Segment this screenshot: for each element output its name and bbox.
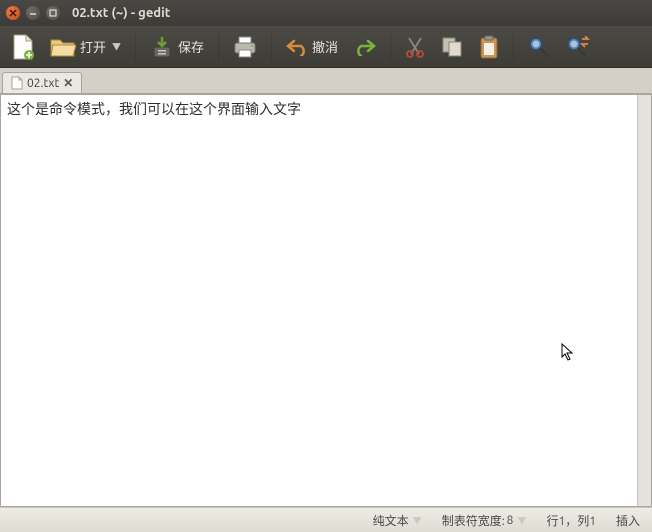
- toolbar-separator: [390, 33, 391, 61]
- insert-mode: 插入: [616, 512, 640, 529]
- toolbar: 打开 ▼ 保存 撤消: [0, 26, 652, 68]
- new-file-button[interactable]: [6, 30, 40, 64]
- find-button[interactable]: [522, 32, 556, 62]
- editor-content[interactable]: 这个是命令模式，我们可以在这个界面输入文字: [1, 95, 651, 124]
- tab-close-icon[interactable]: ✕: [63, 76, 73, 90]
- toolbar-separator: [513, 33, 514, 61]
- cut-icon: [405, 36, 425, 58]
- toolbar-separator: [135, 33, 136, 61]
- tab-filename: 02.txt: [27, 77, 59, 90]
- filetype-label: 纯文本: [373, 512, 409, 529]
- new-file-icon: [12, 34, 34, 60]
- find-replace-icon: [566, 36, 590, 58]
- filetype-selector[interactable]: 纯文本 ▼: [373, 512, 422, 529]
- print-button[interactable]: [227, 32, 263, 62]
- tabwidth-value: 8: [507, 514, 514, 527]
- open-button[interactable]: 打开 ▼: [44, 32, 127, 62]
- toolbar-separator: [271, 33, 272, 61]
- window-close-button[interactable]: [6, 6, 20, 20]
- redo-button[interactable]: [348, 34, 382, 60]
- document-icon: [11, 76, 23, 90]
- open-label: 打开: [80, 37, 106, 56]
- open-folder-icon: [50, 36, 76, 58]
- cursor-position: 行1，列1: [546, 512, 596, 529]
- status-bar: 纯文本 ▼ 制表符宽度: 8 ▼ 行1，列1 插入: [0, 507, 652, 532]
- cut-button[interactable]: [399, 32, 431, 62]
- toolbar-separator: [218, 33, 219, 61]
- save-icon: [150, 35, 174, 59]
- redo-icon: [354, 38, 376, 56]
- window-title: 02.txt (~) - gedit: [72, 6, 170, 20]
- dropdown-icon: ▼: [517, 514, 526, 527]
- open-dropdown-icon: ▼: [112, 40, 121, 53]
- window-maximize-button[interactable]: [46, 6, 60, 20]
- paste-button[interactable]: [473, 31, 505, 63]
- print-icon: [233, 36, 257, 58]
- document-tab[interactable]: 02.txt ✕: [2, 72, 82, 93]
- editor-area[interactable]: 这个是命令模式，我们可以在这个界面输入文字: [0, 94, 652, 507]
- undo-label: 撤消: [312, 37, 338, 56]
- tabwidth-selector[interactable]: 制表符宽度: 8 ▼: [442, 512, 527, 529]
- save-label: 保存: [178, 37, 204, 56]
- vertical-scrollbar[interactable]: [637, 95, 651, 506]
- save-button[interactable]: 保存: [144, 31, 210, 63]
- find-icon: [528, 36, 550, 58]
- dropdown-icon: ▼: [413, 514, 422, 527]
- undo-icon: [286, 38, 308, 56]
- undo-button[interactable]: 撤消: [280, 33, 344, 60]
- copy-icon: [441, 36, 463, 58]
- window-minimize-button[interactable]: [26, 6, 40, 20]
- find-replace-button[interactable]: [560, 32, 596, 62]
- paste-icon: [479, 35, 499, 59]
- copy-button[interactable]: [435, 32, 469, 62]
- titlebar: 02.txt (~) - gedit: [0, 0, 652, 26]
- tab-bar: 02.txt ✕: [0, 68, 652, 94]
- tabwidth-label: 制表符宽度:: [442, 512, 505, 529]
